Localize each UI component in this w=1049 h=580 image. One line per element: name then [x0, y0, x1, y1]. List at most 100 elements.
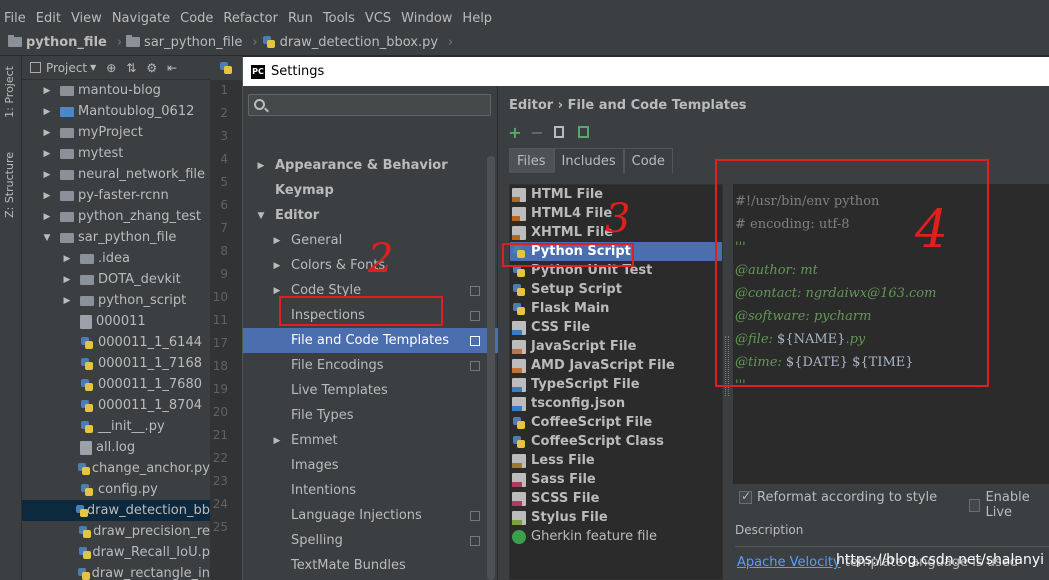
tree-item[interactable]: all.log [22, 437, 210, 458]
chevron-right-icon[interactable]: ▶ [255, 161, 267, 171]
template-item[interactable]: CoffeeScript File [510, 413, 722, 432]
chevron-right-icon[interactable]: ▶ [42, 128, 52, 138]
tab-code[interactable]: Code [623, 148, 673, 173]
remove-template-button[interactable]: − [529, 123, 545, 142]
nav-item[interactable]: TextMate Bundles [243, 553, 498, 578]
menu-item-vcs[interactable]: VCS [360, 11, 396, 26]
chevron-right-icon[interactable]: ▶ [42, 212, 52, 222]
tree-item[interactable]: ▶ Mantoublog_0612 [22, 101, 210, 122]
tree-item[interactable]: config.py [22, 479, 210, 500]
menu-item-refactor[interactable]: Refactor [218, 11, 283, 26]
tree-item[interactable]: ▶ myProject [22, 122, 210, 143]
hide-panel-icon[interactable]: ⇤ [167, 61, 177, 75]
locate-icon[interactable]: ⊕ [106, 61, 116, 75]
template-item[interactable]: CSS File [510, 318, 722, 337]
template-item[interactable]: TypeScript File [510, 375, 722, 394]
template-item[interactable]: Stylus File [510, 508, 722, 527]
tree-item[interactable]: __init__.py [22, 416, 210, 437]
nav-item[interactable]: Spelling [243, 528, 498, 553]
reformat-checkbox-box[interactable] [739, 489, 752, 504]
tree-item[interactable]: 000011_1_7680 [22, 374, 210, 395]
chevron-right-icon[interactable]: ▶ [271, 261, 283, 271]
nav-item[interactable]: Intentions [243, 478, 498, 503]
tree-item[interactable]: ▶ python_script [22, 290, 210, 311]
tree-item[interactable]: 000011 [22, 311, 210, 332]
tab-files[interactable]: Files [509, 148, 554, 173]
chevron-right-icon[interactable]: ▶ [62, 296, 72, 306]
template-item[interactable]: SCSS File [510, 489, 722, 508]
chevron-down-icon[interactable]: ▼ [90, 63, 96, 72]
nav-scrollbar[interactable] [487, 156, 495, 580]
nav-item[interactable]: Live Templates [243, 378, 498, 403]
nav-item[interactable]: ▶ Appearance & Behavior [243, 153, 498, 178]
breadcrumb-project[interactable]: python_file [8, 35, 107, 50]
tree-item[interactable]: ▼ sar_python_file [22, 227, 210, 248]
template-item[interactable]: Less File [510, 451, 722, 470]
copy-template-button[interactable] [551, 124, 567, 140]
template-item[interactable]: tsconfig.json [510, 394, 722, 413]
tree-item[interactable]: draw_Recall_IoU.p [22, 542, 210, 563]
nav-item[interactable]: File and Code Templates [243, 328, 498, 353]
chevron-right-icon[interactable]: ▶ [271, 236, 283, 246]
template-item[interactable]: Setup Script [510, 280, 722, 299]
template-item[interactable]: JavaScript File [510, 337, 722, 356]
tree-item[interactable]: ▶ neural_network_file [22, 164, 210, 185]
project-tool-tab[interactable]: 1: Project [3, 66, 16, 118]
template-item[interactable]: CoffeeScript Class [510, 432, 722, 451]
breadcrumb-folder[interactable]: sar_python_file [126, 35, 242, 50]
chevron-right-icon[interactable]: ▶ [271, 436, 283, 446]
template-item[interactable]: Gherkin feature file [510, 527, 722, 546]
template-item[interactable]: Flask Main [510, 299, 722, 318]
tree-item[interactable]: draw_rectangle_in [22, 563, 210, 580]
chevron-right-icon[interactable]: ▶ [62, 275, 72, 285]
velocity-link[interactable]: Apache Velocity [737, 555, 841, 570]
menu-item-file[interactable]: File [0, 11, 31, 26]
settings-search-input[interactable] [248, 94, 491, 116]
template-item[interactable]: Sass File [510, 470, 722, 489]
reset-template-button[interactable] [575, 124, 591, 140]
chevron-right-icon[interactable]: ▶ [42, 86, 52, 96]
add-template-button[interactable]: + [507, 123, 523, 142]
nav-item[interactable]: ▶ Emmet [243, 428, 498, 453]
menu-item-edit[interactable]: Edit [31, 11, 66, 26]
nav-item[interactable]: Images [243, 453, 498, 478]
menu-item-view[interactable]: View [66, 11, 107, 26]
project-view-selector[interactable]: Project [46, 61, 87, 75]
tree-item[interactable]: 000011_1_7168 [22, 353, 210, 374]
tree-item[interactable]: ▶ py-faster-rcnn [22, 185, 210, 206]
chevron-right-icon[interactable]: ▶ [42, 107, 52, 117]
chevron-down-icon[interactable]: ▼ [255, 211, 267, 221]
chevron-down-icon[interactable]: ▼ [42, 233, 52, 243]
menu-item-tools[interactable]: Tools [318, 11, 360, 26]
tree-item[interactable]: ▶ python_zhang_test [22, 206, 210, 227]
chevron-right-icon[interactable]: ▶ [42, 149, 52, 159]
chevron-right-icon[interactable]: ▶ [62, 254, 72, 264]
chevron-right-icon[interactable]: ▶ [42, 170, 52, 180]
chevron-right-icon[interactable]: ▶ [271, 286, 283, 296]
nav-item[interactable]: ▼ Editor [243, 203, 498, 228]
nav-item[interactable]: Language Injections [243, 503, 498, 528]
breadcrumb-file[interactable]: draw_detection_bbox.py [262, 35, 438, 50]
enable-live-checkbox[interactable]: Enable Live [969, 490, 1049, 520]
tree-item[interactable]: ▶ DOTA_devkit [22, 269, 210, 290]
tab-includes[interactable]: Includes [553, 148, 624, 173]
tree-item[interactable]: ▶ .idea [22, 248, 210, 269]
tree-item[interactable]: change_anchor.py [22, 458, 210, 479]
collapse-all-icon[interactable]: ⇅ [126, 61, 136, 75]
gear-icon[interactable]: ⚙ [146, 61, 157, 75]
tree-item[interactable]: ▶ mantou-blog [22, 80, 210, 101]
menu-item-help[interactable]: Help [457, 11, 497, 26]
chevron-right-icon[interactable]: ▶ [42, 191, 52, 201]
template-item[interactable]: AMD JavaScript File [510, 356, 722, 375]
enable-live-checkbox-box[interactable] [969, 498, 981, 512]
nav-item[interactable]: Keymap [243, 178, 498, 203]
tree-item[interactable]: draw_detection_bb [22, 500, 210, 521]
menu-item-navigate[interactable]: Navigate [107, 11, 175, 26]
structure-tool-tab[interactable]: Z: Structure [3, 152, 16, 218]
nav-item[interactable]: File Encodings [243, 353, 498, 378]
menu-item-run[interactable]: Run [283, 11, 318, 26]
tree-item[interactable]: 000011_1_6144 [22, 332, 210, 353]
tree-item[interactable]: ▶ mytest [22, 143, 210, 164]
tree-item[interactable]: draw_precision_re [22, 521, 210, 542]
nav-item[interactable]: File Types [243, 403, 498, 428]
